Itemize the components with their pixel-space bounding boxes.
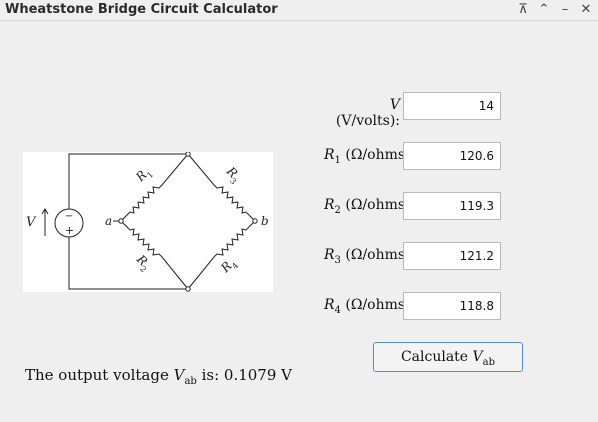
r2-label-sub: 2 [334, 204, 341, 216]
result-value: is: 0.1079 V [196, 366, 292, 384]
result-prefix: The output voltage [25, 366, 174, 384]
r1-input-label: R1 (Ω/ohms): [324, 147, 415, 166]
r1-input[interactable]: 120.6 [403, 142, 501, 170]
r3-input[interactable]: 121.2 [403, 242, 501, 270]
result-symbol: V [173, 366, 185, 384]
r4-label-sub: 4 [334, 304, 341, 316]
wheatstone-bridge-diagram: V − + a b R 1 R 3 R 2 R 4 [23, 151, 273, 292]
node-a-label: a [105, 214, 112, 228]
r4-label-symbol: R [324, 297, 335, 313]
minimize-icon[interactable]: – [556, 1, 574, 19]
minus-sign: − [65, 211, 73, 222]
bottom-node [185, 286, 191, 292]
title-bar: Wheatstone Bridge Circuit Calculator ⊼ ⌃… [0, 0, 598, 21]
r1-label-symbol: R [324, 147, 335, 163]
r2-input[interactable]: 119.3 [403, 192, 501, 220]
close-icon[interactable]: ✕ [577, 1, 595, 19]
r4-input[interactable]: 118.8 [403, 292, 501, 320]
circuit-svg: V − + a b R 1 R 3 R 2 R 4 [26, 151, 269, 292]
chevron-up-icon[interactable]: ⌃ [535, 1, 553, 19]
calculate-button[interactable]: Calculate Vab [373, 342, 523, 372]
voltage-label-units: (V/volts): [335, 113, 400, 129]
voltage-input[interactable]: 14 [403, 92, 501, 120]
calculate-button-label: Calculate [400, 349, 473, 365]
window-title: Wheatstone Bridge Circuit Calculator [5, 2, 278, 17]
voltage-label-symbol: V [389, 97, 400, 113]
r4-input-label: R4 (Ω/ohms): [324, 297, 415, 316]
calculate-button-symbol: V [472, 349, 483, 365]
calculate-button-sub: ab [482, 356, 496, 368]
r3-label-symbol: R [324, 247, 335, 263]
r3-input-label: R3 (Ω/ohms): [324, 247, 415, 266]
node-a [118, 218, 124, 224]
r3-label-sub: 3 [334, 254, 341, 266]
output-voltage-result: The output voltage Vab is: 0.1079 V [25, 366, 292, 387]
result-sub: ab [184, 376, 197, 387]
r2-label-symbol: R [324, 197, 335, 213]
voltage-label: V (V/volts): [334, 97, 400, 129]
plus-sign: + [65, 224, 74, 237]
v-label: V [26, 215, 37, 230]
r1-label-sub: 1 [334, 154, 341, 166]
pin-icon[interactable]: ⊼ [514, 1, 532, 19]
r2-input-label: R2 (Ω/ohms): [324, 197, 415, 216]
node-b [252, 218, 258, 224]
top-node [185, 151, 191, 157]
node-b-label: b [261, 214, 269, 228]
